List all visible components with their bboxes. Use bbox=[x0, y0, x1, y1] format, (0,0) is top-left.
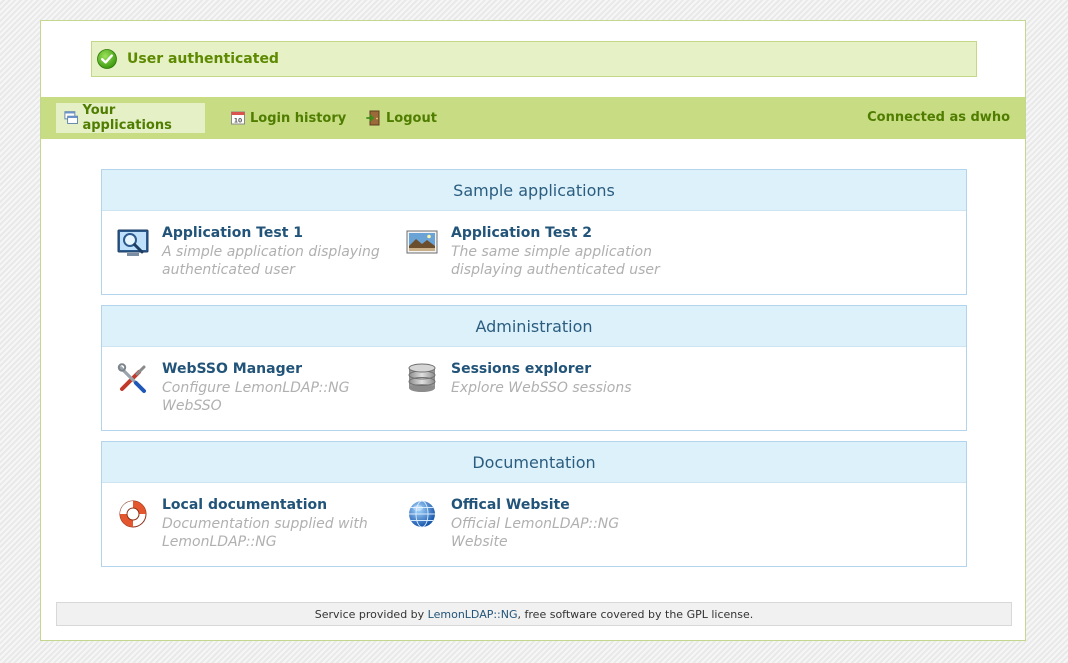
section-title: Documentation bbox=[102, 442, 966, 483]
check-circle-icon bbox=[97, 49, 117, 69]
status-message-bar: User authenticated bbox=[91, 41, 977, 77]
svg-text:10: 10 bbox=[234, 118, 242, 125]
app-name: Application Test 2 bbox=[451, 225, 592, 241]
section-title: Sample applications bbox=[102, 170, 966, 211]
section-documentation: Documentation Local documentation Docume… bbox=[101, 441, 967, 567]
app-name: Sessions explorer bbox=[451, 361, 592, 377]
tools-icon bbox=[117, 363, 146, 393]
app-name: Local documentation bbox=[162, 497, 328, 513]
menu-login-history-label: Login history bbox=[250, 110, 347, 126]
section-administration: Administration WebSSO Manager Configure … bbox=[101, 305, 967, 431]
menu-logout[interactable]: Logout bbox=[358, 103, 445, 133]
footer: Service provided by LemonLDAP::NG, free … bbox=[56, 602, 1012, 626]
app-name: Application Test 1 bbox=[162, 225, 303, 241]
menu-your-applications[interactable]: Your applications bbox=[56, 103, 205, 133]
connected-user: Connected as dwho bbox=[867, 110, 1010, 125]
portal-page: User authenticated Your applications 10 … bbox=[40, 20, 1026, 641]
footer-lemonldap-link[interactable]: LemonLDAP::NG bbox=[428, 608, 518, 621]
landscape-picture-icon bbox=[406, 230, 438, 254]
section-title: Administration bbox=[102, 306, 966, 347]
calendar-icon: 10 bbox=[231, 111, 245, 125]
app-description: A simple application displaying authenti… bbox=[162, 244, 380, 278]
menu-bar: Your applications 10 Login history Logou… bbox=[41, 97, 1025, 139]
section-sample-applications: Sample applications Application Test 1 A… bbox=[101, 169, 967, 295]
database-icon bbox=[408, 363, 436, 392]
globe-icon bbox=[409, 500, 435, 528]
footer-suffix: , free software covered by the GPL licen… bbox=[517, 607, 754, 621]
logout-door-icon bbox=[366, 110, 380, 126]
app-description: Explore WebSSO sessions bbox=[451, 380, 632, 396]
applications-icon bbox=[64, 111, 79, 124]
app-description: The same simple application displaying a… bbox=[451, 244, 660, 278]
status-text: User authenticated bbox=[127, 51, 279, 67]
magnifier-screen-icon bbox=[117, 229, 149, 256]
menu-login-history[interactable]: 10 Login history bbox=[222, 103, 354, 133]
lifebuoy-icon bbox=[119, 500, 147, 528]
app-description: Configure LemonLDAP::NG WebSSO bbox=[162, 380, 350, 414]
footer-prefix: Service provided by bbox=[314, 607, 428, 621]
app-name: WebSSO Manager bbox=[162, 361, 302, 377]
app-name: Offical Website bbox=[451, 497, 570, 513]
menu-your-applications-label: Your applications bbox=[82, 103, 172, 133]
menu-logout-label: Logout bbox=[386, 110, 437, 126]
app-description: Documentation supplied with LemonLDAP::N… bbox=[162, 516, 368, 550]
app-description: Official LemonLDAP::NG Website bbox=[451, 516, 620, 550]
